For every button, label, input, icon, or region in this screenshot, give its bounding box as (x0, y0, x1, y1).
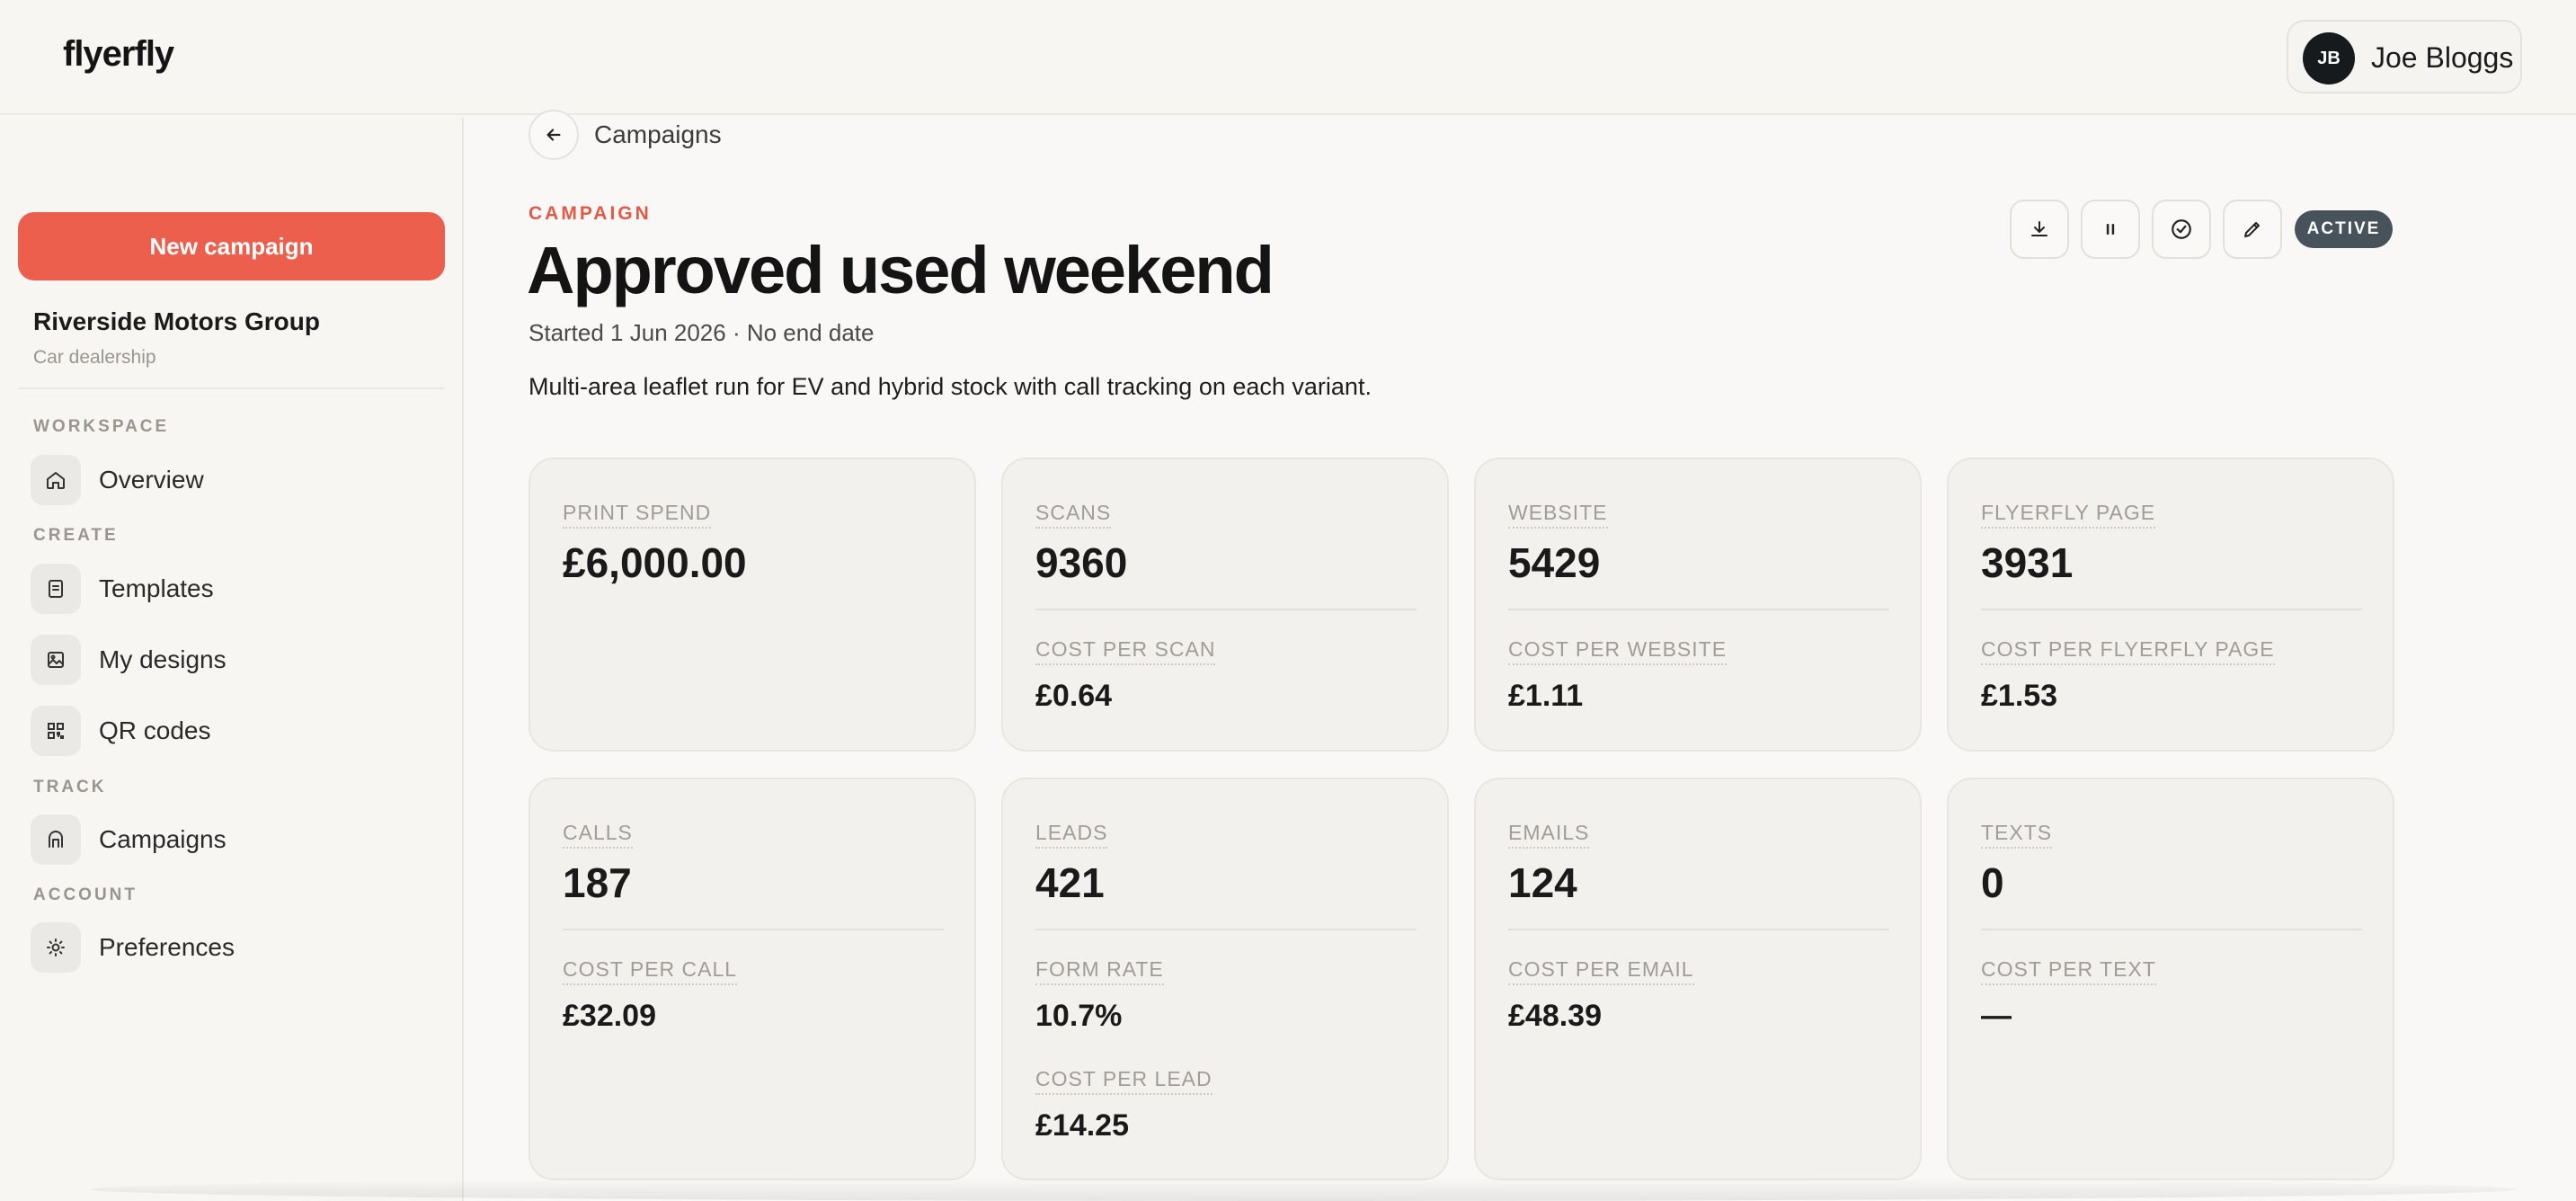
metric-card-emails: EMAILS 124 COST PER EMAIL £48.39 (1474, 778, 1922, 1180)
new-campaign-button[interactable]: New campaign (18, 212, 445, 280)
download-button[interactable] (2010, 200, 2069, 259)
metric-divider (1035, 609, 1417, 610)
metric-sub-label: COST PER FLYERFLY PAGE (1981, 637, 2275, 665)
qr-code-icon (31, 706, 81, 756)
metric-divider (1035, 929, 1417, 930)
metric-sub-label: COST PER CALL (563, 957, 738, 985)
sidebar-item-campaigns[interactable]: Campaigns (31, 814, 444, 867)
metric-value: £6,000.00 (563, 539, 747, 586)
metric-label: LEADS (1035, 821, 1108, 849)
metric-sub-label: COST PER LEAD (1035, 1067, 1212, 1095)
metric-card-calls: CALLS 187 COST PER CALL £32.09 (529, 778, 976, 1180)
metric-value: 3931 (1981, 539, 2074, 586)
scroll-shadow (90, 1178, 2517, 1201)
pause-icon (2106, 224, 2115, 235)
sidebar-item-label: My designs (99, 645, 227, 673)
section-label-account: ACCOUNT (33, 885, 138, 904)
metric-card-texts: TEXTS 0 COST PER TEXT — (1947, 778, 2394, 1180)
campaign-icon (31, 814, 81, 865)
metric-label: EMAILS (1508, 821, 1590, 849)
app-logo[interactable]: flyerfly (63, 34, 174, 75)
metric-sub-value: — (1981, 999, 2012, 1033)
metric-sub-value: 10.7% (1035, 999, 1123, 1033)
sidebar-item-preferences[interactable]: Preferences (31, 922, 444, 974)
image-icon (31, 635, 81, 685)
sidebar-item-label: Templates (99, 574, 214, 602)
top-bar: flyerfly JB Joe Bloggs (0, 0, 2576, 115)
metric-sub-value: £14.25 (1035, 1108, 1129, 1143)
metric-sub-label: COST PER SCAN (1035, 637, 1216, 665)
arrow-left-icon (546, 129, 561, 141)
metric-card-leads: LEADS 421 FORM RATE 10.7% COST PER LEAD … (1001, 778, 1449, 1180)
metric-divider (1508, 929, 1889, 930)
metric-sub-value: £1.53 (1981, 679, 2058, 713)
home-icon (31, 455, 81, 505)
page-title: Approved used weekend (527, 233, 1275, 307)
metric-label: SCANS (1035, 501, 1112, 529)
metric-label: TEXTS (1981, 821, 2053, 849)
metric-label: WEBSITE (1508, 501, 1608, 529)
metric-value: 187 (563, 859, 632, 906)
sidebar-item-overview[interactable]: Overview (31, 455, 444, 507)
page-eyebrow: CAMPAIGN (529, 203, 652, 224)
sidebar-item-label: Campaigns (99, 825, 227, 853)
metric-divider (563, 929, 944, 930)
sun-icon (31, 922, 81, 973)
metric-sub-label: FORM RATE (1035, 957, 1164, 985)
sidebar-item-my-designs[interactable]: My designs (31, 635, 444, 687)
metric-sub-value: £0.64 (1035, 679, 1113, 713)
user-menu[interactable]: JB Joe Bloggs (2287, 20, 2522, 93)
campaign-description: Multi-area leaflet run for EV and hybrid… (529, 373, 1372, 400)
back-button[interactable] (529, 110, 579, 160)
metric-sub-label: COST PER WEBSITE (1508, 637, 1728, 665)
metric-value: 124 (1508, 859, 1577, 906)
metric-card-website: WEBSITE 5429 COST PER WEBSITE £1.11 (1474, 458, 1922, 752)
metric-value: 421 (1035, 859, 1105, 906)
pause-button[interactable] (2081, 200, 2140, 259)
sidebar-item-qr-codes[interactable]: QR codes (31, 706, 444, 758)
metric-sub-value: £1.11 (1508, 679, 1584, 713)
section-label-create: CREATE (33, 526, 119, 545)
sidebar-item-label: Overview (99, 466, 204, 494)
metric-card-scans: SCANS 9360 COST PER SCAN £0.64 (1001, 458, 1449, 752)
metric-value: 9360 (1035, 539, 1128, 586)
avatar: JB (2303, 32, 2355, 85)
org-name: Riverside Motors Group (33, 307, 320, 335)
section-label-workspace: WORKSPACE (33, 417, 170, 436)
section-label-track: TRACK (33, 778, 107, 796)
metric-divider (1981, 609, 2362, 610)
download-icon (2031, 221, 2047, 236)
metric-sub-value: £48.39 (1508, 999, 1602, 1033)
metric-value: 5429 (1508, 539, 1601, 586)
org-type: Car dealership (33, 347, 156, 368)
metric-sub-label: COST PER EMAIL (1508, 957, 1694, 985)
metric-sub-value: £32.09 (563, 999, 656, 1033)
pencil-icon (2244, 222, 2260, 237)
sidebar-item-templates[interactable]: Templates (31, 564, 444, 616)
metric-card-print-spend: PRINT SPEND £6,000.00 (529, 458, 976, 752)
metric-value: 0 (1981, 859, 2004, 906)
metric-divider (1981, 929, 2362, 930)
sidebar-divider (18, 387, 445, 389)
sidebar-item-label: Preferences (99, 933, 235, 961)
metric-label: CALLS (563, 821, 633, 849)
sidebar: New campaign Riverside Motors Group Car … (0, 117, 464, 1201)
document-icon (31, 564, 81, 614)
metric-card-flyerfly-page: FLYERFLY PAGE 3931 COST PER FLYERFLY PAG… (1947, 458, 2394, 752)
sidebar-item-label: QR codes (99, 716, 211, 744)
breadcrumb[interactable]: Campaigns (594, 120, 722, 149)
user-name: Joe Bloggs (2371, 41, 2514, 74)
campaign-dates: Started 1 Jun 2026 · No end date (529, 319, 875, 346)
complete-button[interactable] (2152, 200, 2211, 259)
edit-button[interactable] (2223, 200, 2282, 259)
metric-label: PRINT SPEND (563, 501, 712, 529)
metric-divider (1508, 609, 1889, 610)
metric-label: FLYERFLY PAGE (1981, 501, 2156, 529)
check-circle-icon (2172, 219, 2191, 239)
status-badge: ACTIVE (2295, 210, 2393, 248)
metric-sub-label: COST PER TEXT (1981, 957, 2156, 985)
